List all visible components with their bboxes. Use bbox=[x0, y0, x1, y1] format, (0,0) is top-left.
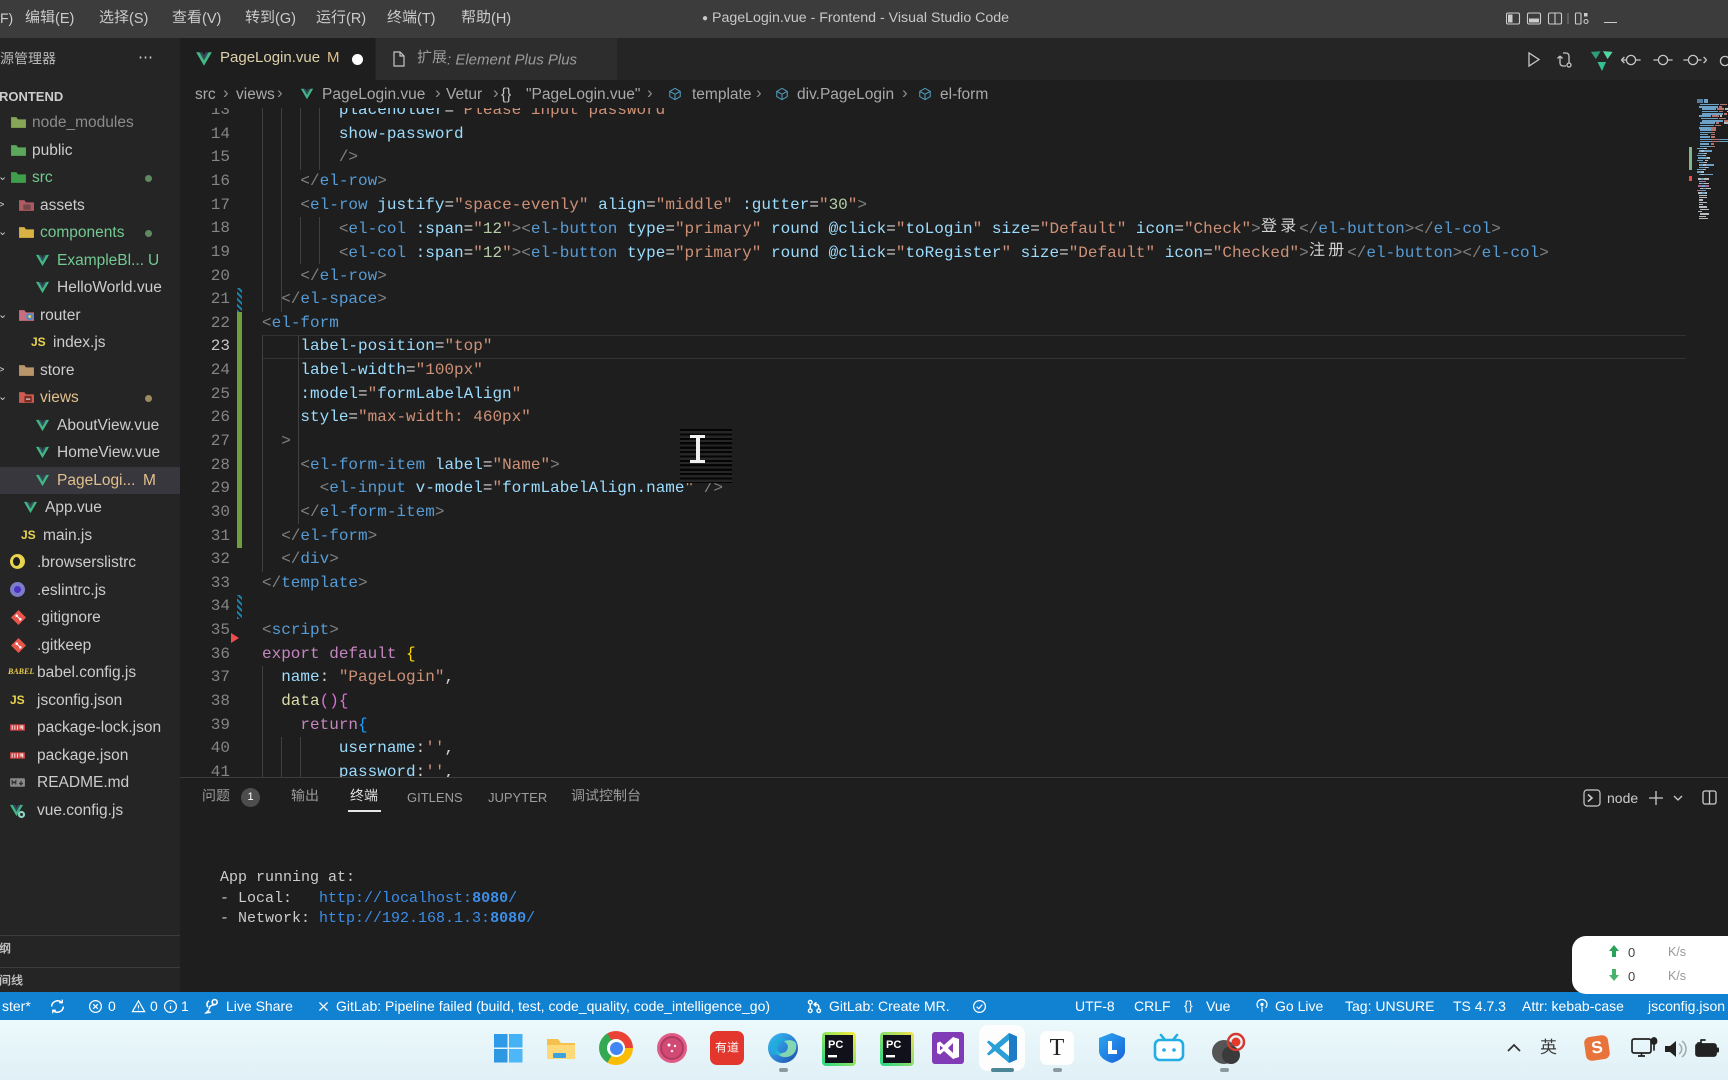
svg-text:PC: PC bbox=[828, 1039, 843, 1051]
svg-text:PC: PC bbox=[886, 1039, 901, 1051]
